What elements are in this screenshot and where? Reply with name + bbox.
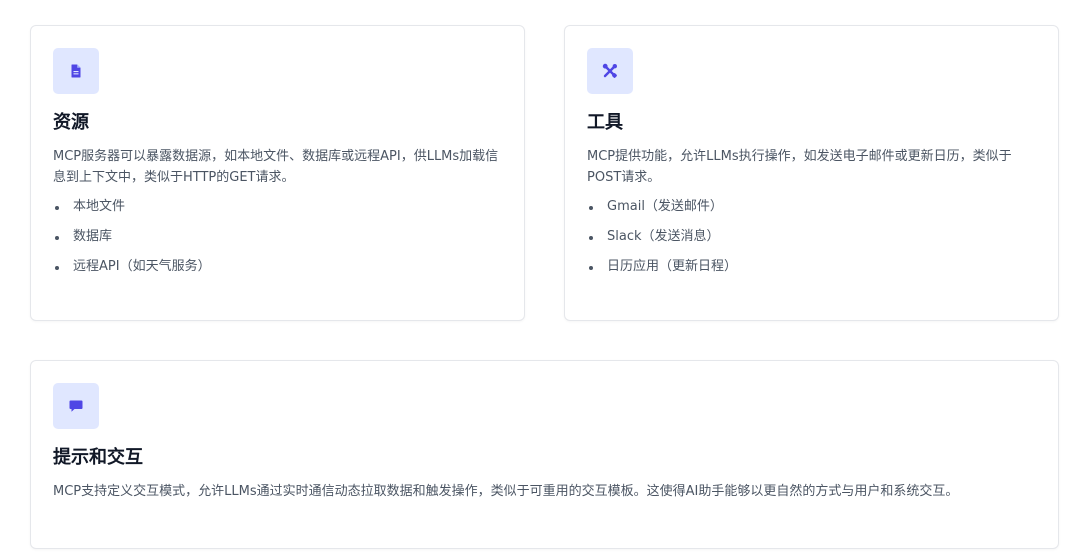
list-item: 日历应用（更新日程） bbox=[587, 257, 1036, 277]
tools-icon bbox=[587, 48, 633, 94]
card-title: 资源 bbox=[53, 112, 89, 133]
list-item: 数据库 bbox=[53, 227, 502, 247]
card-description: MCP支持定义交互模式，允许LLMs通过实时通信动态拉取数据和触发操作，类似于可… bbox=[53, 484, 959, 499]
list-item: 本地文件 bbox=[53, 197, 502, 217]
card-list: Gmail（发送邮件） Slack（发送消息） 日历应用（更新日程） bbox=[587, 197, 1036, 277]
card-description: MCP提供功能，允许LLMs执行操作，如发送电子邮件或更新日历，类似于POST请… bbox=[587, 149, 1012, 185]
card-list: 本地文件 数据库 远程API（如天气服务） bbox=[53, 197, 502, 277]
list-item: Gmail（发送邮件） bbox=[587, 197, 1036, 217]
prompts-card: 提示和交互 MCP支持定义交互模式，允许LLMs通过实时通信动态拉取数据和触发操… bbox=[30, 360, 1059, 549]
card-description: MCP服务器可以暴露数据源，如本地文件、数据库或远程API，供LLMs加载信息到… bbox=[53, 149, 499, 185]
list-item: Slack（发送消息） bbox=[587, 227, 1036, 247]
resources-card: 资源 MCP服务器可以暴露数据源，如本地文件、数据库或远程API，供LLMs加载… bbox=[30, 25, 525, 321]
card-title: 提示和交互 bbox=[53, 447, 143, 468]
list-item: 远程API（如天气服务） bbox=[53, 257, 502, 277]
chat-bubble-icon bbox=[53, 383, 99, 429]
tools-card: 工具 MCP提供功能，允许LLMs执行操作，如发送电子邮件或更新日历，类似于PO… bbox=[564, 25, 1059, 321]
document-icon bbox=[53, 48, 99, 94]
card-title: 工具 bbox=[587, 112, 623, 133]
